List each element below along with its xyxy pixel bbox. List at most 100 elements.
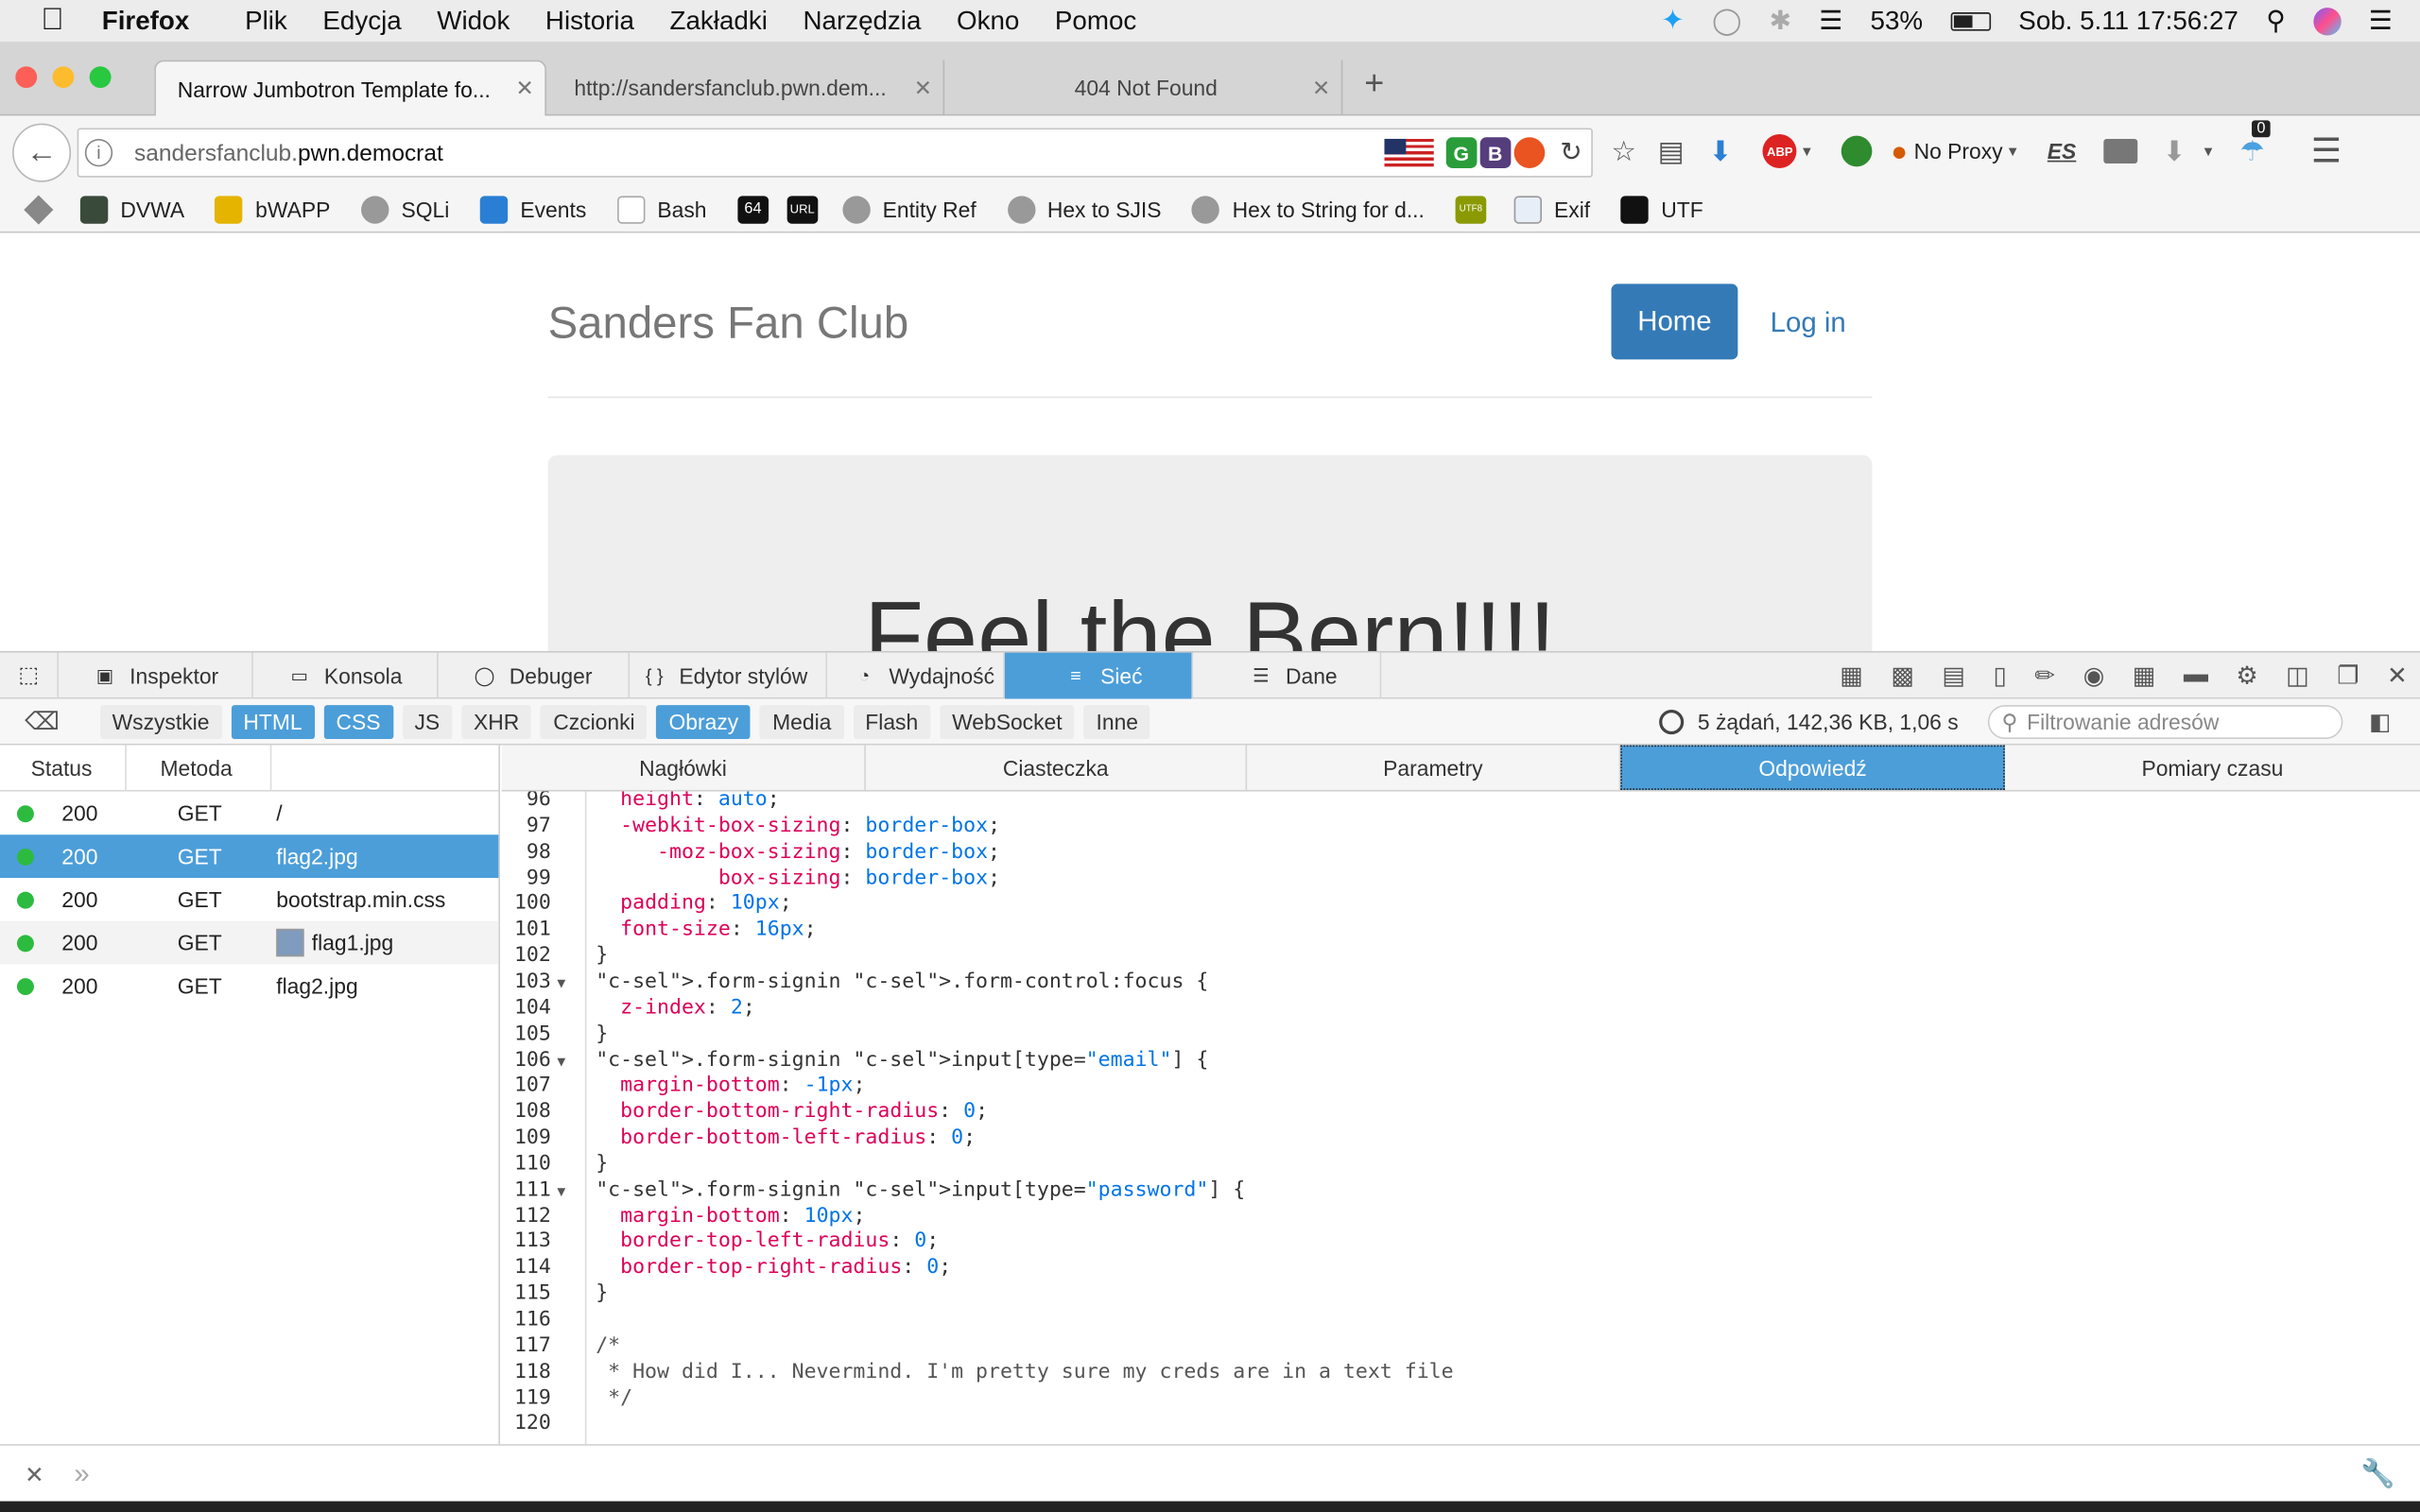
bookmark-dvwa[interactable]: DVWA [79,195,184,223]
bookmark-events[interactable]: Events [479,195,586,223]
settings-gear-icon[interactable]: ⚙ [2236,661,2257,692]
url-filter-input[interactable]: ⚲ Filtrowanie adresów [1987,705,2343,740]
filter-websocket[interactable]: WebSocket [940,704,1075,739]
close-devtools-icon[interactable]: ✕ [2387,661,2408,692]
undock-icon[interactable]: ❐ [2337,661,2359,692]
menu-app-name[interactable]: Firefox [102,6,190,37]
tab-dane[interactable]: ☰ Dane [1193,651,1382,698]
tab-konsola[interactable]: ▭ Konsola [253,651,439,698]
screenshot-icon[interactable]: ◉ [2083,661,2105,692]
network-summary[interactable]: 5 żądań, 142,36 KB, 1,06 s [1659,699,1959,746]
bookmark-utf8[interactable]: UTF8 [1455,195,1487,223]
bookmark-hex-to-string[interactable]: Hex to String for d... [1192,195,1425,223]
close-tab-icon[interactable]: ✕ [903,75,942,101]
es-label[interactable]: ES [2048,139,2077,163]
ghostery-g-icon[interactable]: G [1445,137,1478,168]
menu-okno[interactable]: Okno [957,6,1019,37]
console-prompt-icon[interactable]: » [74,1458,89,1490]
bookmarks-menu-icon[interactable] [24,194,54,224]
clock[interactable]: Sob. 5.11 17:56:27 [2018,6,2238,37]
close-window-button[interactable] [15,66,38,89]
bookmark-bash[interactable]: Bash [616,195,706,223]
dock-side-icon[interactable]: ◫ [2286,661,2309,692]
response-code-view[interactable]: 96 height: auto; 97 -webkit-box-sizing: b… [501,791,2420,1445]
column-metoda[interactable]: Metoda [127,744,271,791]
reading-list-icon[interactable]: ▤ [1658,135,1685,167]
reload-icon[interactable]: ↻ [1560,137,1582,168]
tab-404[interactable]: 404 Not Found ✕ [951,60,1343,116]
home-button[interactable]: Home [1611,284,1738,360]
dropdown-arrow-icon[interactable]: ▼ [2006,144,2020,159]
tab-sandersfanclub[interactable]: http://sandersfanclub.pwn.dem... ✕ [552,60,945,116]
filter-css[interactable]: CSS [323,704,393,739]
fold-arrow-icon[interactable]: ▼ [557,1184,565,1199]
bookmark-url[interactable]: URL [786,195,819,223]
request-row[interactable]: 200 GET flag2.jpg [0,964,498,1007]
zoom-window-button[interactable] [89,66,112,89]
bookmark-hex-to-sjis[interactable]: Hex to SJIS [1007,195,1162,223]
new-tab-button[interactable]: + [1364,63,1384,103]
filter-html[interactable]: HTML [231,704,315,739]
minimize-window-button[interactable] [52,66,75,89]
url-bar[interactable]: i sandersfanclub. pwn.democrat G B ↻ [77,128,1593,178]
keyboard-icon[interactable] [2103,138,2138,164]
tab-debuger[interactable]: ◯ Debuger [439,651,631,698]
bookmark-base64[interactable]: 64 [737,195,769,223]
tab-parametry[interactable]: Parametry [1247,745,1621,790]
tab-pomiary-czasu[interactable]: Pomiary czasu [2005,746,2420,790]
filter-js[interactable]: JS [402,704,453,739]
close-tab-icon[interactable]: ✕ [1301,75,1340,101]
spotlight-search-icon[interactable]: ⚲ [2266,6,2285,37]
tab-inspektor[interactable]: ▣ Inspektor [59,651,253,698]
column-status[interactable]: Status [0,744,127,791]
hamburger-menu-icon[interactable]: ☰ [2311,131,2342,171]
column-file[interactable] [271,745,499,791]
bluetooth-icon[interactable]: ✱ [1770,6,1791,37]
us-flag-icon[interactable] [1384,138,1434,167]
responsive-icon[interactable]: ▯ [1994,661,2007,692]
battery-icon[interactable] [1950,11,1991,30]
dropdown-arrow-icon[interactable]: ▼ [1800,144,1814,159]
filter-xhr[interactable]: XHR [460,704,532,739]
close-tab-icon[interactable]: ✕ [505,76,544,102]
menu-plik[interactable]: Plik [245,6,287,37]
ubuntu-icon[interactable] [1513,137,1545,168]
adblock-plus-icon[interactable]: ABP [1762,134,1797,168]
menu-pomoc[interactable]: Pomoc [1055,6,1136,37]
tab-siec[interactable]: ≡ Sieć [1004,651,1194,698]
notification-center-icon[interactable]: ☰ [2369,6,2393,37]
menu-widok[interactable]: Widok [437,6,510,37]
tab-wydajnosc[interactable]: ◔ Wydajność [827,651,1005,698]
tab-edytor-stylow[interactable]: { } Edytor stylów [630,651,828,698]
filter-flash[interactable]: Flash [853,704,931,739]
grid-icon[interactable]: ▦ [2133,661,2156,692]
login-link[interactable]: Log in [1771,307,1846,339]
green-orb-icon[interactable] [1841,135,1873,167]
request-row[interactable]: 200 GET bootstrap.min.css [0,878,498,921]
request-row-selected[interactable]: 200 GET flag2.jpg [0,834,499,878]
tab-ciasteczka[interactable]: Ciasteczka [866,745,1248,790]
toggle-sidebar-icon[interactable]: ◧ [2369,708,2391,736]
siri-icon[interactable] [2312,7,2342,35]
bookmark-utf[interactable]: UTF [1620,195,1703,223]
apple-icon[interactable]:  [37,3,68,37]
bookmark-bwapp[interactable]: bWAPP [215,195,330,223]
bookmark-sqli[interactable]: SQLi [361,195,449,223]
site-info-icon[interactable]: i [84,138,113,167]
dropdown-arrow-icon[interactable]: ▼ [2202,144,2216,159]
eyedropper-icon[interactable]: ✏ [2034,661,2055,692]
filter-obrazy[interactable]: Obrazy [656,704,752,739]
wifi-icon[interactable]: ☰ [1819,6,1842,37]
bookmark-entity-ref[interactable]: Entity Ref [842,195,977,223]
menu-zakladki[interactable]: Zakładki [670,6,768,37]
twitter-icon[interactable]: ✦ [1661,5,1685,37]
close-split-console-icon[interactable]: ✕ [25,1461,44,1489]
filter-czcionki[interactable]: Czcionki [541,704,648,739]
fold-arrow-icon[interactable]: ▼ [557,1055,565,1070]
proxy-icon[interactable]: ● [1891,135,1908,167]
filter-inne[interactable]: Inne [1083,704,1151,739]
ruler-icon[interactable]: ▬ [2184,662,2208,689]
ghost-extension-icon[interactable]: ☂ 0 [2239,119,2271,167]
chat-bubble-icon[interactable]: ◯ [1712,6,1741,37]
filter-wszystkie[interactable]: Wszystkie [99,704,222,739]
